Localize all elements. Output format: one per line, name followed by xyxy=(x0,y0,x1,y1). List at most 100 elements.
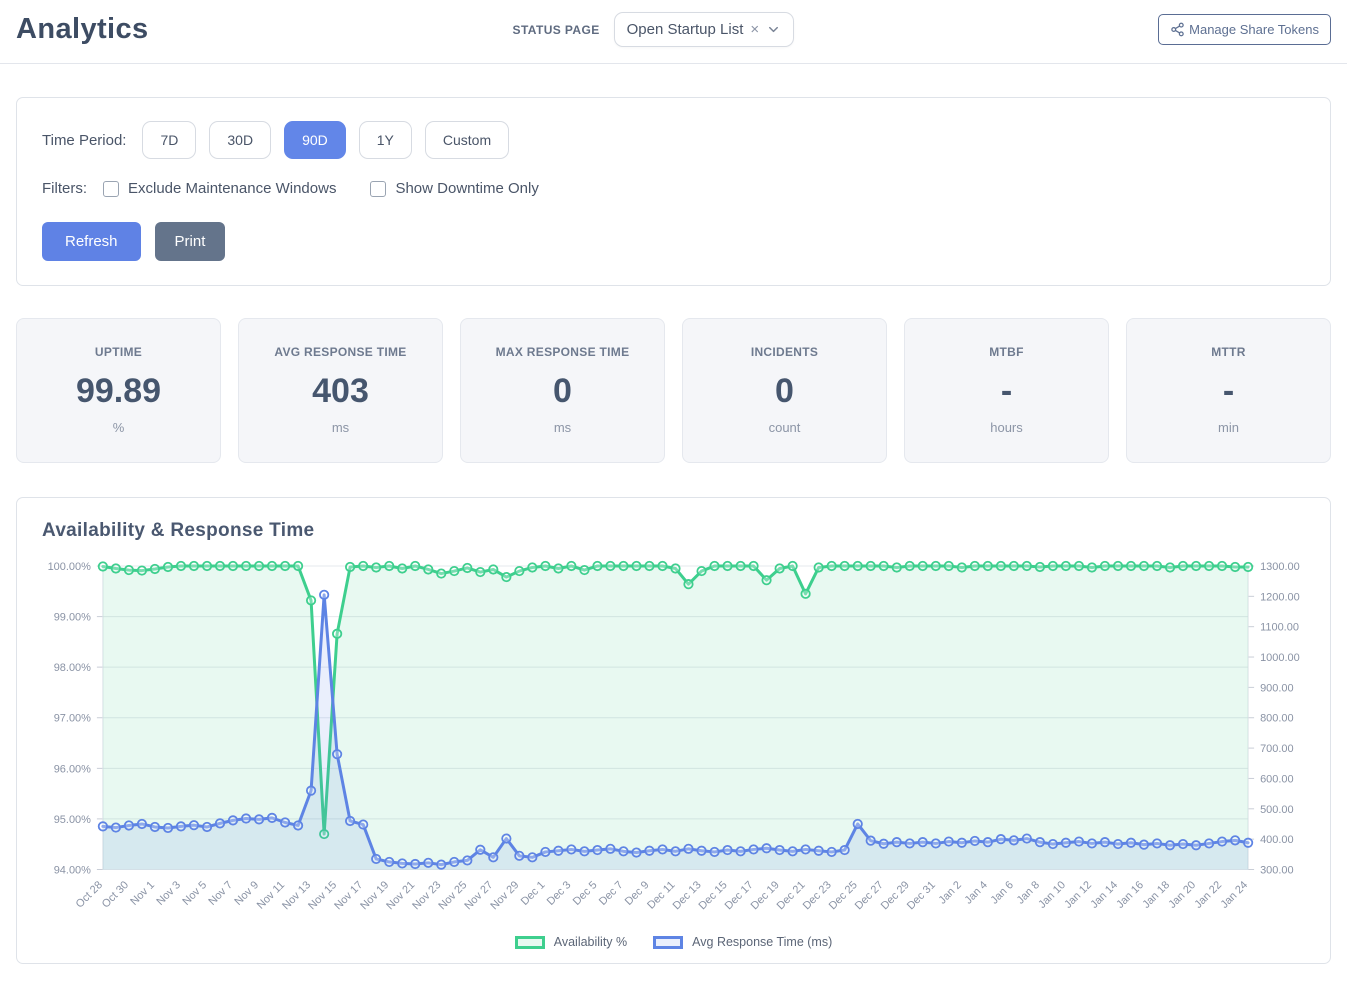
stat-unit: % xyxy=(23,420,214,435)
svg-text:Jan 18: Jan 18 xyxy=(1140,879,1172,911)
checkbox-exclude-maintenance[interactable]: Exclude Maintenance Windows xyxy=(103,180,336,197)
stat-card-avg-response: AVG RESPONSE TIME 403 ms xyxy=(238,318,443,463)
svg-text:Nov 13: Nov 13 xyxy=(280,879,313,912)
response-time-legend-swatch xyxy=(653,936,683,949)
stat-label: MAX RESPONSE TIME xyxy=(467,345,658,359)
svg-text:Jan 12: Jan 12 xyxy=(1062,879,1094,911)
stat-unit: hours xyxy=(911,420,1102,435)
svg-text:Jan 10: Jan 10 xyxy=(1036,879,1068,911)
legend-item-availability[interactable]: Availability % xyxy=(515,935,627,949)
svg-text:Jan 2: Jan 2 xyxy=(937,879,964,906)
svg-text:Dec 1: Dec 1 xyxy=(519,879,548,908)
chart-card: Availability & Response Time 100.00% 99.0… xyxy=(16,497,1331,964)
stat-card-mttr: MTTR - min xyxy=(1126,318,1331,463)
svg-text:600.00: 600.00 xyxy=(1260,773,1294,785)
checkbox-icon[interactable] xyxy=(103,181,119,197)
svg-text:99.00%: 99.00% xyxy=(54,612,91,624)
availability-response-chart: 100.00% 99.00% 98.00% 97.00% 96.00% 95.00% 94.… xyxy=(17,552,1330,933)
filter-panel: Time Period: 7D 30D 90D 1Y Custom Filter… xyxy=(16,97,1331,286)
time-period-90d-button[interactable]: 90D xyxy=(284,121,346,159)
svg-text:Dec 21: Dec 21 xyxy=(775,879,808,912)
manage-share-tokens-label: Manage Share Tokens xyxy=(1189,22,1319,37)
svg-text:Nov 5: Nov 5 xyxy=(180,879,209,908)
refresh-button[interactable]: Refresh xyxy=(42,222,141,261)
svg-text:900.00: 900.00 xyxy=(1260,682,1294,694)
svg-text:1000.00: 1000.00 xyxy=(1260,652,1300,664)
svg-text:Dec 27: Dec 27 xyxy=(853,879,886,912)
page-header: Analytics STATUS PAGE Open Startup List … xyxy=(0,0,1347,64)
svg-text:700.00: 700.00 xyxy=(1260,743,1294,755)
stat-card-mtbf: MTBF - hours xyxy=(904,318,1109,463)
checkbox-show-downtime[interactable]: Show Downtime Only xyxy=(370,180,538,197)
svg-text:98.00%: 98.00% xyxy=(54,662,91,674)
svg-text:Nov 23: Nov 23 xyxy=(410,879,443,912)
svg-text:Dec 31: Dec 31 xyxy=(905,879,938,912)
svg-text:95.00%: 95.00% xyxy=(54,814,91,826)
svg-text:800.00: 800.00 xyxy=(1260,713,1294,725)
stat-value: 0 xyxy=(467,372,658,411)
stat-value: 403 xyxy=(245,372,436,411)
stat-unit: ms xyxy=(245,420,436,435)
svg-text:96.00%: 96.00% xyxy=(54,763,91,775)
manage-share-tokens-button[interactable]: Manage Share Tokens xyxy=(1158,14,1331,45)
svg-text:100.00%: 100.00% xyxy=(48,561,92,573)
svg-text:Nov 1: Nov 1 xyxy=(128,879,157,908)
svg-text:500.00: 500.00 xyxy=(1260,804,1294,816)
svg-text:Nov 27: Nov 27 xyxy=(462,879,495,912)
svg-text:Dec 29: Dec 29 xyxy=(879,879,912,912)
checkbox-icon[interactable] xyxy=(370,181,386,197)
svg-text:Dec 3: Dec 3 xyxy=(545,879,574,908)
stat-label: UPTIME xyxy=(23,345,214,359)
svg-text:400.00: 400.00 xyxy=(1260,834,1294,846)
svg-text:Jan 22: Jan 22 xyxy=(1192,879,1224,911)
availability-legend-swatch xyxy=(515,936,545,949)
time-period-label: Time Period: xyxy=(42,132,126,149)
svg-text:Jan 16: Jan 16 xyxy=(1114,879,1146,911)
stat-value: 99.89 xyxy=(23,372,214,411)
svg-text:Jan 24: Jan 24 xyxy=(1218,879,1250,911)
svg-text:Dec 23: Dec 23 xyxy=(801,879,834,912)
stat-value: 0 xyxy=(689,372,880,411)
page-title: Analytics xyxy=(16,13,149,46)
svg-text:97.00%: 97.00% xyxy=(54,713,91,725)
svg-text:Jan 4: Jan 4 xyxy=(962,879,989,906)
response-time-legend-label: Avg Response Time (ms) xyxy=(692,935,832,949)
chart-title: Availability & Response Time xyxy=(42,520,1330,542)
time-period-row: Time Period: 7D 30D 90D 1Y Custom xyxy=(42,121,1305,159)
svg-text:Jan 6: Jan 6 xyxy=(989,879,1016,906)
checkbox-show-downtime-label: Show Downtime Only xyxy=(395,180,538,197)
checkbox-exclude-maintenance-label: Exclude Maintenance Windows xyxy=(128,180,336,197)
svg-text:Nov 15: Nov 15 xyxy=(306,879,339,912)
stat-label: AVG RESPONSE TIME xyxy=(245,345,436,359)
svg-text:Nov 21: Nov 21 xyxy=(384,879,417,912)
clear-selection-icon[interactable]: × xyxy=(749,22,760,37)
svg-text:1300.00: 1300.00 xyxy=(1260,561,1300,573)
filters-row: Filters: Exclude Maintenance Windows Sho… xyxy=(42,180,1305,197)
availability-legend-label: Availability % xyxy=(554,935,627,949)
svg-text:Nov 7: Nov 7 xyxy=(206,879,235,908)
svg-text:94.00%: 94.00% xyxy=(54,864,91,876)
chevron-down-icon xyxy=(766,22,781,37)
svg-text:Dec 17: Dec 17 xyxy=(723,879,756,912)
time-period-custom-button[interactable]: Custom xyxy=(425,121,509,159)
time-period-7d-button[interactable]: 7D xyxy=(142,121,196,159)
svg-text:1100.00: 1100.00 xyxy=(1260,622,1299,634)
share-icon xyxy=(1170,22,1185,37)
svg-text:Oct 28: Oct 28 xyxy=(74,879,105,910)
stat-value: - xyxy=(1133,372,1324,411)
stat-unit: ms xyxy=(467,420,658,435)
legend-item-response-time[interactable]: Avg Response Time (ms) xyxy=(653,935,832,949)
status-page-select[interactable]: Open Startup List × xyxy=(614,12,795,47)
svg-text:1200.00: 1200.00 xyxy=(1260,591,1300,603)
status-page-selector: STATUS PAGE Open Startup List × xyxy=(149,12,1159,47)
stat-card-uptime: UPTIME 99.89 % xyxy=(16,318,221,463)
print-button[interactable]: Print xyxy=(155,222,226,261)
filters-label: Filters: xyxy=(42,180,87,197)
time-period-30d-button[interactable]: 30D xyxy=(209,121,271,159)
actions-row: Refresh Print xyxy=(42,222,1305,261)
stat-label: MTBF xyxy=(911,345,1102,359)
stat-value: - xyxy=(911,372,1102,411)
time-period-1y-button[interactable]: 1Y xyxy=(359,121,412,159)
chart-legend: Availability % Avg Response Time (ms) xyxy=(17,935,1330,949)
stat-unit: min xyxy=(1133,420,1324,435)
